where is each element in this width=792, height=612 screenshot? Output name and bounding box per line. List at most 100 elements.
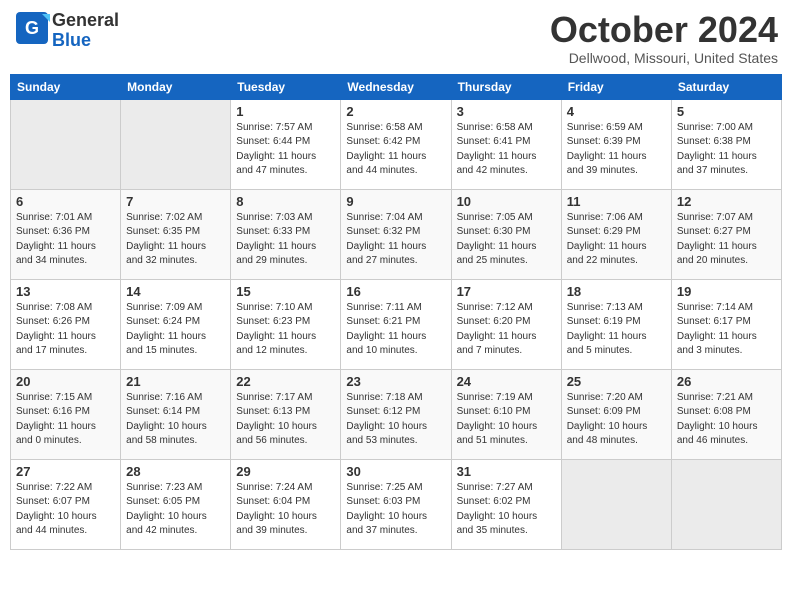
day-header-sunday: Sunday: [11, 74, 121, 99]
cell-info: Sunrise: 7:20 AMSunset: 6:09 PMDaylight:…: [567, 391, 666, 449]
calendar-cell: 18 Sunrise: 7:13 AMSunset: 6:19 PMDayligh…: [561, 279, 671, 369]
day-header-monday: Monday: [121, 74, 231, 99]
calendar-week-1: 1 Sunrise: 7:57 AMSunset: 6:44 PMDaylight…: [11, 99, 782, 189]
calendar-cell: 23 Sunrise: 7:18 AMSunset: 6:12 PMDayligh…: [341, 369, 451, 459]
calendar-week-4: 20Sunrise: 7:15 AMSunset: 6:16 PMDayligh…: [11, 369, 782, 459]
cell-info: Sunrise: 7:03 AMSunset: 6:33 PMDaylight:…: [236, 211, 335, 269]
calendar-cell: 1 Sunrise: 7:57 AMSunset: 6:44 PMDaylight…: [231, 99, 341, 189]
calendar-cell: 26 Sunrise: 7:21 AMSunset: 6:08 PMDayligh…: [671, 369, 781, 459]
cell-info: Sunrise: 7:05 AMSunset: 6:30 PMDaylight:…: [457, 211, 556, 269]
calendar-week-3: 13Sunrise: 7:08 AMSunset: 6:26 PMDayligh…: [11, 279, 782, 369]
location: Dellwood, Missouri, United States: [550, 50, 778, 66]
date-number: 15: [236, 284, 335, 299]
calendar-cell: 3 Sunrise: 6:58 AMSunset: 6:41 PMDaylight…: [451, 99, 561, 189]
cell-info: Sunrise: 7:08 AMSunset: 6:26 PMDaylight:…: [16, 301, 115, 359]
month-title: October 2024: [550, 10, 778, 50]
date-number: 4: [567, 104, 666, 119]
date-number: 21: [126, 374, 225, 389]
calendar-cell: 5 Sunrise: 7:00 AMSunset: 6:38 PMDaylight…: [671, 99, 781, 189]
cell-info: Sunrise: 7:06 AMSunset: 6:29 PMDaylight:…: [567, 211, 666, 269]
date-number: 5: [677, 104, 776, 119]
logo-text-blue: Blue: [52, 30, 91, 50]
date-number: 2: [346, 104, 445, 119]
day-header-friday: Friday: [561, 74, 671, 99]
cell-info: Sunrise: 6:58 AMSunset: 6:41 PMDaylight:…: [457, 121, 556, 179]
cell-info: Sunrise: 7:22 AMSunset: 6:07 PMDaylight:…: [16, 481, 115, 539]
calendar-cell: 19 Sunrise: 7:14 AMSunset: 6:17 PMDayligh…: [671, 279, 781, 369]
calendar-cell: [11, 99, 121, 189]
cell-info: Sunrise: 7:02 AMSunset: 6:35 PMDaylight:…: [126, 211, 225, 269]
calendar-cell: 17 Sunrise: 7:12 AMSunset: 6:20 PMDayligh…: [451, 279, 561, 369]
date-number: 23: [346, 374, 445, 389]
calendar-cell: [561, 459, 671, 549]
calendar-cell: [121, 99, 231, 189]
date-number: 22: [236, 374, 335, 389]
date-number: 10: [457, 194, 556, 209]
calendar-cell: 2Sunrise: 6:58 AMSunset: 6:42 PMDaylight…: [341, 99, 451, 189]
page-header: G General Blue October 2024 Dellwood, Mi…: [10, 10, 782, 66]
date-number: 31: [457, 464, 556, 479]
calendar-cell: 22Sunrise: 7:17 AMSunset: 6:13 PMDayligh…: [231, 369, 341, 459]
header-row: SundayMondayTuesdayWednesdayThursdayFrid…: [11, 74, 782, 99]
date-number: 1: [236, 104, 335, 119]
date-number: 19: [677, 284, 776, 299]
cell-info: Sunrise: 7:21 AMSunset: 6:08 PMDaylight:…: [677, 391, 776, 449]
date-number: 8: [236, 194, 335, 209]
date-number: 18: [567, 284, 666, 299]
date-number: 28: [126, 464, 225, 479]
date-number: 27: [16, 464, 115, 479]
date-number: 9: [346, 194, 445, 209]
cell-info: Sunrise: 7:01 AMSunset: 6:36 PMDaylight:…: [16, 211, 115, 269]
calendar-cell: 28 Sunrise: 7:23 AMSunset: 6:05 PMDayligh…: [121, 459, 231, 549]
cell-info: Sunrise: 7:10 AMSunset: 6:23 PMDaylight:…: [236, 301, 335, 359]
calendar-cell: 27 Sunrise: 7:22 AMSunset: 6:07 PMDayligh…: [11, 459, 121, 549]
cell-info: Sunrise: 7:13 AMSunset: 6:19 PMDaylight:…: [567, 301, 666, 359]
cell-info: Sunrise: 7:23 AMSunset: 6:05 PMDaylight:…: [126, 481, 225, 539]
day-header-thursday: Thursday: [451, 74, 561, 99]
calendar-week-5: 27 Sunrise: 7:22 AMSunset: 6:07 PMDayligh…: [11, 459, 782, 549]
title-block: October 2024 Dellwood, Missouri, United …: [550, 10, 778, 66]
date-number: 26: [677, 374, 776, 389]
calendar-cell: 4 Sunrise: 6:59 AMSunset: 6:39 PMDaylight…: [561, 99, 671, 189]
cell-info: Sunrise: 7:04 AMSunset: 6:32 PMDaylight:…: [346, 211, 445, 269]
calendar-cell: 11Sunrise: 7:06 AMSunset: 6:29 PMDayligh…: [561, 189, 671, 279]
calendar-cell: 6 Sunrise: 7:01 AMSunset: 6:36 PMDaylight…: [11, 189, 121, 279]
calendar-cell: 15 Sunrise: 7:10 AMSunset: 6:23 PMDayligh…: [231, 279, 341, 369]
date-number: 29: [236, 464, 335, 479]
cell-info: Sunrise: 7:16 AMSunset: 6:14 PMDaylight:…: [126, 391, 225, 449]
cell-info: Sunrise: 7:07 AMSunset: 6:27 PMDaylight:…: [677, 211, 776, 269]
calendar-cell: 12 Sunrise: 7:07 AMSunset: 6:27 PMDayligh…: [671, 189, 781, 279]
date-number: 20: [16, 374, 115, 389]
logo: G General Blue: [14, 10, 119, 51]
date-number: 3: [457, 104, 556, 119]
date-number: 17: [457, 284, 556, 299]
logo-text-general: General: [52, 10, 119, 30]
calendar-cell: 31Sunrise: 7:27 AMSunset: 6:02 PMDayligh…: [451, 459, 561, 549]
calendar-cell: 7 Sunrise: 7:02 AMSunset: 6:35 PMDaylight…: [121, 189, 231, 279]
cell-info: Sunrise: 7:18 AMSunset: 6:12 PMDaylight:…: [346, 391, 445, 449]
cell-info: Sunrise: 7:11 AMSunset: 6:21 PMDaylight:…: [346, 301, 445, 359]
calendar-cell: 9 Sunrise: 7:04 AMSunset: 6:32 PMDaylight…: [341, 189, 451, 279]
day-header-saturday: Saturday: [671, 74, 781, 99]
calendar-cell: 30Sunrise: 7:25 AMSunset: 6:03 PMDayligh…: [341, 459, 451, 549]
calendar-cell: 14Sunrise: 7:09 AMSunset: 6:24 PMDayligh…: [121, 279, 231, 369]
cell-info: Sunrise: 7:57 AMSunset: 6:44 PMDaylight:…: [236, 121, 335, 179]
cell-info: Sunrise: 7:12 AMSunset: 6:20 PMDaylight:…: [457, 301, 556, 359]
cell-info: Sunrise: 7:19 AMSunset: 6:10 PMDaylight:…: [457, 391, 556, 449]
calendar-cell: 10 Sunrise: 7:05 AMSunset: 6:30 PMDayligh…: [451, 189, 561, 279]
day-header-tuesday: Tuesday: [231, 74, 341, 99]
date-number: 7: [126, 194, 225, 209]
cell-info: Sunrise: 6:59 AMSunset: 6:39 PMDaylight:…: [567, 121, 666, 179]
calendar-cell: 13Sunrise: 7:08 AMSunset: 6:26 PMDayligh…: [11, 279, 121, 369]
date-number: 12: [677, 194, 776, 209]
date-number: 24: [457, 374, 556, 389]
calendar-week-2: 6 Sunrise: 7:01 AMSunset: 6:36 PMDaylight…: [11, 189, 782, 279]
cell-info: Sunrise: 7:25 AMSunset: 6:03 PMDaylight:…: [346, 481, 445, 539]
cell-info: Sunrise: 7:24 AMSunset: 6:04 PMDaylight:…: [236, 481, 335, 539]
calendar-cell: 20Sunrise: 7:15 AMSunset: 6:16 PMDayligh…: [11, 369, 121, 459]
cell-info: Sunrise: 7:14 AMSunset: 6:17 PMDaylight:…: [677, 301, 776, 359]
date-number: 16: [346, 284, 445, 299]
date-number: 6: [16, 194, 115, 209]
day-header-wednesday: Wednesday: [341, 74, 451, 99]
cell-info: Sunrise: 7:00 AMSunset: 6:38 PMDaylight:…: [677, 121, 776, 179]
